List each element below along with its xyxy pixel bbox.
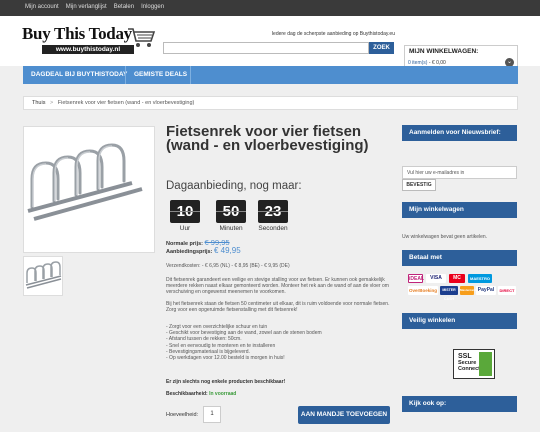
- payment-title: Betaal met: [402, 250, 517, 266]
- nav-item-daily-deal[interactable]: DAGDEAL BIJ BUYTHISTODAY: [23, 66, 135, 84]
- breadcrumb-separator: >: [49, 100, 54, 106]
- sidebar-cart-empty: Uw winkelwagen bevat geen artikelen.: [402, 234, 488, 240]
- maestro-icon: MAESTRO: [468, 274, 492, 283]
- quantity-label: Hoeveelheid:: [166, 412, 199, 418]
- checkmark-icon: [479, 352, 492, 376]
- deal-label: Dagaanbieding, nog maar:: [166, 180, 302, 192]
- timer-minutes-label: Minuten: [219, 225, 243, 232]
- see-also-header: Kijk ook op:: [402, 396, 517, 412]
- add-to-cart-button[interactable]: AAN MANDJE TOEVOEGEN: [298, 406, 390, 424]
- search-input[interactable]: [163, 42, 369, 54]
- visa-icon: VISA: [426, 274, 446, 283]
- safe-shopping-header: Veilig winkelen: [402, 313, 517, 329]
- link-login[interactable]: Inloggen: [141, 4, 164, 10]
- account-links: Mijn account Mijn verlanglijst Betalen I…: [25, 4, 164, 10]
- description-paragraph: Bij het fietsenrek staan de fietsen 50 c…: [166, 301, 390, 313]
- mastercard-alt-icon: Mastercard: [460, 286, 476, 295]
- link-checkout[interactable]: Betalen: [114, 4, 134, 10]
- see-also-title: Kijk ook op:: [402, 396, 517, 412]
- availability: Beschikbaarheid: In voorraad: [166, 391, 236, 397]
- product-image[interactable]: [23, 126, 155, 253]
- newsletter-email-input[interactable]: Vul hier uw e-mailadres in: [402, 166, 517, 179]
- timer-divider: [170, 211, 200, 212]
- quantity-input[interactable]: 1: [203, 406, 221, 423]
- header: Buy This Today www.buythistoday.nl Ieder…: [0, 16, 540, 72]
- cart-logo-icon: [128, 28, 156, 47]
- timer-divider: [216, 211, 246, 212]
- offer-price: € 49,95: [213, 246, 241, 255]
- offer-price-label: Aanbiedingsprijs:: [166, 249, 213, 255]
- payment-logos: iDEAL VISA MC MAESTRO OverBoeking MISTER…: [402, 274, 517, 301]
- sidebar-cart-title: Mijn winkelwagen: [402, 202, 517, 218]
- feature-item: - Op werkdagen voor 12.00 besteld is mor…: [166, 355, 285, 362]
- breadcrumb-current: Fietsenrek voor vier fietsen (wand - en …: [57, 100, 195, 106]
- logo-text: Buy This Today: [22, 24, 132, 43]
- paypal-icon: PayPal: [476, 286, 496, 295]
- timer-hours-label: Uur: [179, 225, 191, 232]
- top-bar: Mijn account Mijn verlanglijst Betalen I…: [0, 0, 540, 16]
- product-thumbnail[interactable]: [23, 256, 63, 296]
- nav-item-missed-deals[interactable]: GEMISTE DEALS: [126, 66, 195, 84]
- main-content: Fietsenrek voor vier fietsen (wand - en …: [0, 116, 540, 432]
- payment-header: Betaal met: [402, 250, 517, 266]
- mastercard-icon: MC: [449, 274, 465, 283]
- ssl-badge: SSL Secure Connection: [453, 349, 495, 379]
- sidebar-cart-header: Mijn winkelwagen: [402, 202, 517, 218]
- mistercash-icon: MISTER CASH: [440, 286, 458, 301]
- bike-rack-image: [27, 143, 143, 221]
- search-button[interactable]: ZOEK: [369, 42, 394, 54]
- stock-warning: Er zijn slechts nog enkele producten bes…: [166, 379, 286, 385]
- bike-rack-thumbnail: [25, 261, 62, 289]
- availability-status: In voorraad: [209, 391, 237, 397]
- site-logo[interactable]: Buy This Today www.buythistoday.nl: [22, 24, 157, 62]
- link-wishlist[interactable]: Mijn verlanglijst: [66, 4, 107, 10]
- product-description: Dit fietsenrek garandeert een veilige en…: [166, 277, 390, 319]
- product-title: Fietsenrek voor vier fietsen (wand - en …: [166, 123, 369, 154]
- tagline: Iedere dag de scherpste aanbieding op Bu…: [271, 31, 395, 37]
- timer-seconds-label: Seconden: [258, 225, 288, 232]
- bank-transfer-icon: OverBoeking: [408, 286, 438, 295]
- newsletter-title: Aanmelden voor Nieuwsbrief:: [402, 125, 517, 141]
- newsletter-submit-button[interactable]: BEVESTIG: [402, 179, 436, 191]
- feature-list: - Zorgt voor een overzichtelijke schuur …: [166, 324, 390, 361]
- sofort-icon: DIRECT: [498, 286, 516, 295]
- newsletter-header: Aanmelden voor Nieuwsbrief:: [402, 125, 517, 141]
- logo-url: www.buythistoday.nl: [42, 45, 134, 54]
- ideal-icon: iDEAL: [408, 274, 424, 283]
- timer-divider: [258, 211, 288, 212]
- safe-shopping-title: Veilig winkelen: [402, 313, 517, 329]
- main-nav: DAGDEAL BIJ BUYTHISTODAY GEMISTE DEALS: [23, 66, 518, 84]
- breadcrumb-home[interactable]: Thuis: [32, 100, 45, 106]
- breadcrumb: Thuis > Fietsenrek voor vier fietsen (wa…: [23, 96, 518, 110]
- availability-label: Beschikbaarheid:: [166, 391, 208, 397]
- shipping-costs: Verzendkosten: - € 6,95 (NL) - € 8,95 (B…: [166, 263, 290, 269]
- link-my-account[interactable]: Mijn account: [25, 4, 59, 10]
- description-paragraph: Dit fietsenrek garandeert een veilige en…: [166, 277, 389, 295]
- header-cart-title: MIJN WINKELWAGEN:: [409, 48, 479, 55]
- nav-divider: [190, 66, 191, 84]
